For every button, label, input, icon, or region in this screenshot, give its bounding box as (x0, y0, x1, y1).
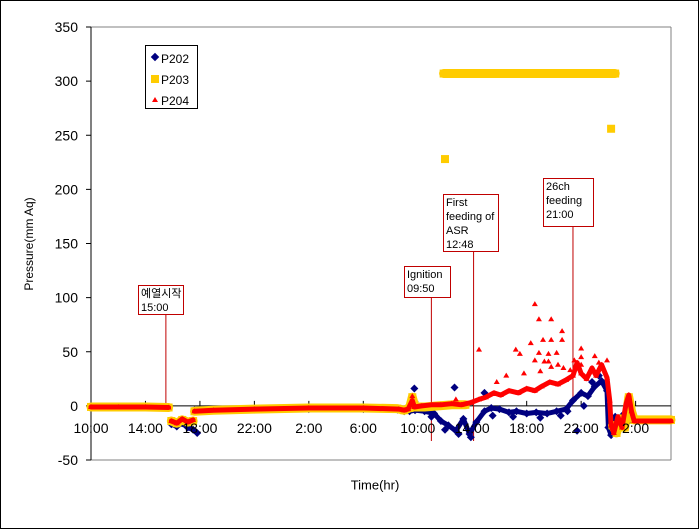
diamond-marker-icon (150, 52, 160, 62)
x-tick-label: 10:00 (73, 420, 108, 436)
annotation-callout: First feeding of ASR 12:48 (443, 194, 499, 252)
legend: P202 P203 P204 (145, 45, 198, 109)
p204-point (559, 336, 566, 342)
p204-point (531, 301, 538, 307)
x-tick-label: 18:00 (182, 420, 217, 436)
p202-point (410, 384, 419, 393)
p204-point (553, 349, 560, 355)
p204-point (604, 357, 611, 363)
x-tick-label: 18:00 (509, 420, 544, 436)
x-tick-label: 2:00 (295, 420, 322, 436)
p204-point (531, 357, 538, 363)
plot-svg: -50 0 50 100 150 200 250 300 350 10:00 14:00 18:00 2… (55, 19, 676, 468)
p204-point (554, 361, 561, 367)
y-tick-label: -50 (58, 452, 78, 468)
p204-point (548, 363, 555, 369)
annotation-callout: Ignition 09:50 (404, 266, 451, 298)
p203-point (440, 155, 449, 164)
x-axis-title: Time(hr) (350, 477, 400, 493)
chart-area: -50 0 50 100 150 200 250 300 350 10:00 14:00 18:00 2… (0, 0, 699, 529)
p204-point (545, 358, 552, 364)
y-axis-title: Pressure(mm Aq) (22, 197, 36, 291)
p204-point (503, 372, 510, 378)
x-tick-label: 2:00 (622, 420, 649, 436)
y-tick-label: 50 (62, 344, 78, 360)
p202-point (450, 383, 459, 392)
p204-point (540, 336, 547, 342)
p203-point (611, 69, 620, 78)
p202-point (488, 411, 497, 420)
x-tick-label: 14:00 (455, 420, 490, 436)
y-tick-label: 350 (55, 19, 79, 35)
p204-point (578, 345, 585, 351)
y-tick-label: 0 (70, 398, 78, 414)
p204-point (512, 346, 519, 352)
legend-label: P202 (161, 52, 190, 66)
annotation-text-line: feeding (546, 195, 583, 207)
legend-item-p203: P203 (146, 72, 197, 88)
y-tick-label: 300 (55, 73, 79, 89)
y-tick-label: 100 (55, 290, 79, 306)
p204-point (548, 316, 555, 322)
annotation-text-line: 26ch (546, 181, 570, 193)
x-tick-label: 22:00 (564, 420, 599, 436)
annotation-text-line: Ignition (407, 269, 443, 281)
p204-point (520, 370, 527, 376)
x-tick-label: 14:00 (128, 420, 163, 436)
y-tick-label: 250 (55, 127, 79, 143)
p204-point (559, 328, 566, 334)
triangle-marker-icon (152, 97, 158, 102)
p204-point (527, 340, 534, 346)
p204-point (535, 349, 542, 355)
p203-point (607, 124, 616, 133)
x-tick-label: 6:00 (350, 420, 377, 436)
p204-point (476, 346, 483, 352)
p204-point (493, 379, 500, 385)
p204-point (535, 316, 542, 322)
p204-point (591, 353, 598, 359)
annotation-text-line: ASR (446, 225, 469, 237)
legend-item-p202: P202 (146, 51, 197, 67)
y-tick-label: 200 (55, 181, 79, 197)
p204-point (545, 350, 552, 356)
legend-item-p204: P204 (146, 93, 197, 109)
annotation-callout: 예열시작 15:00 (138, 285, 184, 315)
x-tick-label: 10:00 (400, 420, 435, 436)
p204-point (560, 364, 567, 370)
annotation-text-line: 21:00 (546, 209, 574, 221)
annotation-text-line: 12:48 (446, 239, 474, 251)
y-tick-label: 150 (55, 236, 79, 252)
legend-label: P204 (161, 94, 190, 108)
legend-label: P203 (161, 73, 190, 87)
annotation-text-line: feeding of (446, 211, 495, 223)
p204-point (578, 354, 585, 360)
p203-point (439, 69, 448, 78)
annotation-text-line: 09:50 (407, 283, 435, 295)
annotation-text-line: 15:00 (141, 302, 169, 314)
p204-point (571, 357, 578, 363)
annotation-callout: 26ch feeding 21:00 (543, 178, 594, 227)
square-marker-icon (151, 75, 159, 83)
p204-point (548, 336, 555, 342)
p204-point (537, 368, 544, 374)
p204-series-band (88, 404, 172, 410)
annotation-text-line: 예열시작 (141, 288, 182, 300)
p204-point (516, 350, 523, 356)
annotation-text-line: First (446, 197, 468, 209)
p204-point (595, 359, 602, 365)
x-tick-label: 22:00 (237, 420, 272, 436)
p204-point (452, 396, 459, 402)
